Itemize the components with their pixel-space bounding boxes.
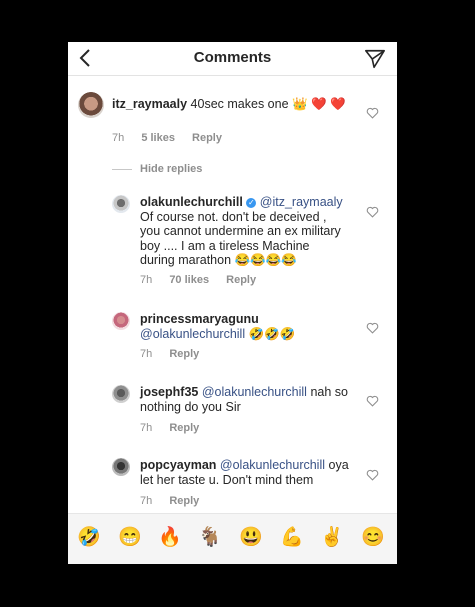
emoji-fire-icon[interactable]: 🔥 [158, 526, 182, 550]
emoji-muscle-icon[interactable]: 💪 [280, 526, 304, 550]
hide-replies-label: Hide replies [140, 163, 203, 175]
reply-mention[interactable]: @olakunlechurchill [220, 458, 325, 472]
comment-text: itz_raymaaly 40sec makes one 👑 ❤️ ❤️ [112, 97, 352, 112]
reply-button[interactable]: Reply [226, 274, 256, 286]
reply-mention[interactable]: @olakunlechurchill [202, 385, 307, 399]
reply-time: 7h [140, 422, 153, 434]
emoji-rofl-icon[interactable]: 🤣 [77, 526, 101, 550]
reply-mention[interactable]: @olakunlechurchill [140, 327, 245, 341]
emoji-smile-icon[interactable]: 😊 [361, 526, 385, 550]
reply-meta: 7h Reply [140, 348, 213, 360]
reply-button[interactable]: Reply [169, 422, 199, 434]
send-icon[interactable] [364, 48, 386, 70]
page-title: Comments [193, 49, 272, 66]
comment-time: 7h [112, 132, 125, 144]
reply-time: 7h [140, 495, 153, 507]
reply-text: josephf35 @olakunlechurchill nah so noth… [140, 385, 350, 414]
emoji-goat-icon[interactable]: 🐐 [198, 526, 222, 550]
comment-likes[interactable]: 5 likes [141, 132, 175, 144]
divider-line [112, 168, 132, 170]
emoji-smiley-icon[interactable]: 😃 [239, 526, 263, 550]
heart-icon[interactable] [366, 322, 379, 334]
avatar[interactable] [112, 312, 130, 330]
verified-badge-icon: ✓ [246, 198, 257, 208]
comment-username[interactable]: itz_raymaaly [112, 97, 187, 111]
avatar[interactable] [112, 385, 130, 403]
header: Comments [68, 42, 397, 76]
comments-screen: Comments itz_raymaaly 40sec makes one 👑 … [68, 42, 397, 564]
reply-body: Of course not. don't be deceived , you c… [140, 209, 341, 268]
emoji-victory-icon[interactable]: ✌️ [320, 526, 344, 550]
reply-username[interactable]: princessmaryagunu [140, 312, 259, 326]
comment-meta: 7h 5 likes Reply [112, 132, 236, 144]
avatar[interactable] [78, 92, 104, 118]
reply-username[interactable]: josephf35 [140, 385, 198, 399]
reply-username[interactable]: olakunlechurchill [140, 195, 243, 209]
heart-icon[interactable] [366, 469, 379, 481]
heart-icon[interactable] [366, 206, 379, 218]
reply-text: popcyayman @olakunlechurchill oya let he… [140, 458, 350, 487]
emoji-grin-icon[interactable]: 😁 [118, 526, 142, 550]
reply-meta: 7h Reply [140, 495, 213, 507]
heart-icon[interactable] [366, 395, 379, 407]
reply-meta: 7h Reply [140, 422, 213, 434]
emoji-quick-reply-bar: 🤣 😁 🔥 🐐 😃 💪 ✌️ 😊 [68, 513, 397, 564]
comment-body: 40sec makes one 👑 ❤️ ❤️ [190, 97, 346, 111]
reply-time: 7h [140, 348, 153, 360]
reply-mention[interactable]: @itz_raymaaly [260, 195, 343, 209]
reply-likes[interactable]: 70 likes [169, 274, 209, 286]
reply-button[interactable]: Reply [169, 348, 199, 360]
hide-replies-button[interactable]: Hide replies [112, 163, 202, 175]
reply-time: 7h [140, 274, 153, 286]
reply-text: olakunlechurchill ✓ @itz_raymaaly Of cou… [140, 195, 345, 268]
reply-button[interactable]: Reply [169, 495, 199, 507]
heart-icon[interactable] [366, 107, 379, 119]
avatar[interactable] [112, 458, 130, 476]
reply-button[interactable]: Reply [192, 132, 222, 144]
reply-body: 🤣🤣🤣 [248, 326, 296, 341]
reply-text: princessmaryagunu @olakunlechurchill 🤣🤣🤣 [140, 312, 350, 341]
reply-meta: 7h 70 likes Reply [140, 274, 270, 286]
reply-username[interactable]: popcyayman [140, 458, 216, 472]
avatar[interactable] [112, 195, 130, 213]
